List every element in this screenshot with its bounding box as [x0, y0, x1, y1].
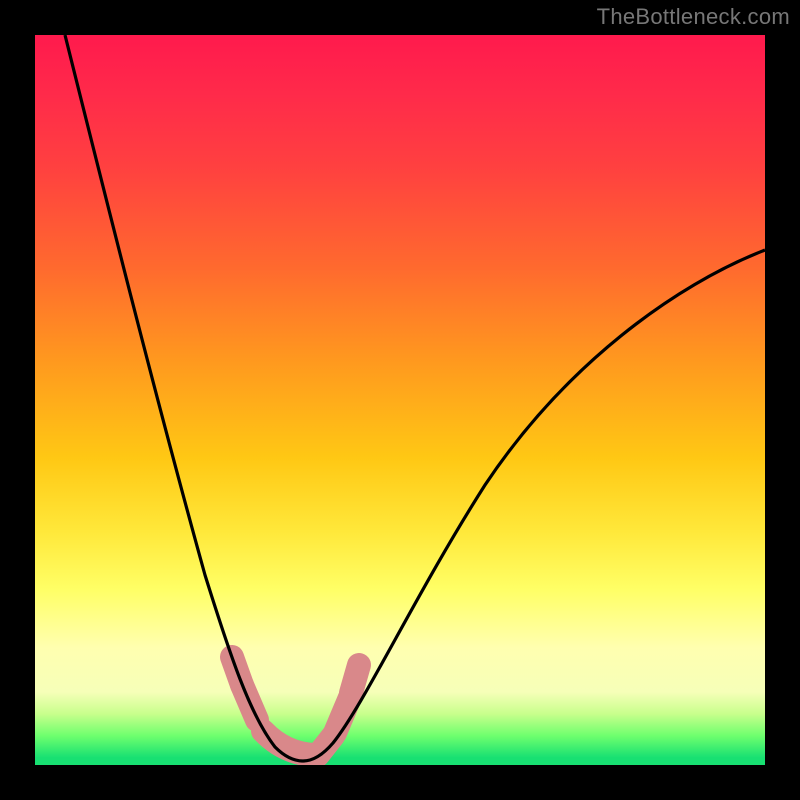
chart-frame: TheBottleneck.com: [0, 0, 800, 800]
chart-background: [35, 35, 765, 765]
left-curve: [65, 35, 303, 761]
watermark-text: TheBottleneck.com: [597, 4, 790, 30]
right-curve: [303, 250, 765, 761]
chart-curves: [35, 35, 765, 765]
